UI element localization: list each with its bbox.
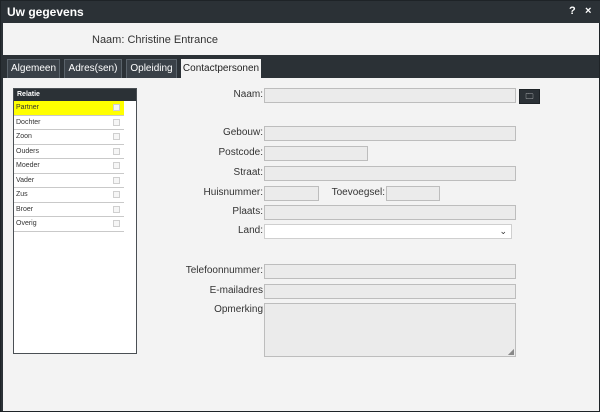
dialog-content: Naam: Christine Entrance Algemeen Adres(…	[3, 23, 599, 411]
relatie-item-vader[interactable]: Vader	[14, 174, 124, 188]
postcode-label: Postcode:	[218, 147, 263, 158]
naam-label: Naam:	[233, 89, 263, 100]
gebouw-label: Gebouw:	[222, 127, 263, 138]
huisnummer-label: Huisnummer:	[203, 187, 263, 198]
relatie-item-overig[interactable]: Overig	[14, 217, 124, 232]
straat-label: Straat:	[233, 167, 263, 178]
window-title: Uw gegevens	[7, 5, 84, 19]
huisnummer-field[interactable]	[264, 186, 319, 201]
relatie-checkbox[interactable]	[113, 220, 120, 227]
relatie-item-broer[interactable]: Broer	[14, 203, 124, 217]
naam-pick-button[interactable]: 🗀	[519, 89, 540, 104]
straat-field[interactable]	[264, 166, 516, 181]
relatie-item-dochter[interactable]: Dochter	[14, 116, 124, 130]
relatie-item-label: Zus	[16, 191, 28, 198]
relatie-item-label: Zoon	[16, 133, 32, 140]
relatie-checkbox[interactable]	[113, 118, 120, 126]
person-name: Naam: Christine Entrance	[92, 34, 218, 46]
gebouw-field[interactable]	[264, 126, 516, 141]
help-button[interactable]: ?	[569, 5, 576, 17]
tab-bar: Algemeen Adres(sen) Opleiding Contactper…	[3, 55, 599, 78]
relatie-header: Relatie	[14, 89, 136, 101]
relatie-checkbox[interactable]	[113, 162, 120, 169]
relatie-item-label: Overig	[16, 220, 37, 227]
tab-adressen[interactable]: Adres(sen)	[64, 59, 122, 78]
land-label: Land:	[237, 225, 263, 236]
opmerking-textarea[interactable]: ◢	[264, 303, 516, 357]
tab-opleiding[interactable]: Opleiding	[126, 59, 177, 78]
telefoon-field[interactable]	[264, 264, 516, 279]
relatie-checkbox[interactable]	[113, 104, 120, 111]
relatie-checkbox[interactable]	[113, 205, 120, 213]
relatie-checkbox[interactable]	[113, 133, 120, 140]
relatie-item-label: Moeder	[16, 162, 40, 169]
tab-algemeen[interactable]: Algemeen	[7, 59, 60, 78]
relatie-item-label: Ouders	[16, 147, 39, 155]
relatie-item-label: Partner	[16, 104, 39, 111]
postcode-field[interactable]	[264, 146, 368, 161]
land-select[interactable]: ⌄	[264, 224, 512, 239]
relatie-checkbox[interactable]	[113, 147, 120, 155]
telefoon-label: Telefoonnummer:	[185, 265, 263, 276]
relatie-item-label: Dochter	[16, 118, 41, 126]
relatie-item-zus[interactable]: Zus	[14, 188, 124, 203]
relatie-item-label: Broer	[16, 205, 34, 213]
toevoegsel-field[interactable]	[386, 186, 440, 201]
dialog-window: Uw gegevens ? × Naam: Christine Entrance…	[0, 0, 600, 412]
relatie-list: Relatie Partner Dochter Zoon Ouders Moed…	[13, 88, 137, 354]
close-button[interactable]: ×	[585, 5, 591, 17]
relatie-checkbox[interactable]	[113, 191, 120, 198]
opmerking-label: Opmerking	[214, 304, 263, 315]
email-label: E-mailadres	[209, 285, 263, 296]
relatie-item-label: Vader	[16, 176, 35, 184]
resize-grip-icon[interactable]: ◢	[508, 347, 514, 356]
relatie-item-moeder[interactable]: Moeder	[14, 159, 124, 174]
naam-field[interactable]	[264, 88, 516, 103]
email-field[interactable]	[264, 284, 516, 299]
chevron-down-icon: ⌄	[499, 226, 507, 236]
toevoegsel-label: Toevoegsel:	[331, 187, 385, 198]
title-bar: Uw gegevens ? ×	[1, 1, 600, 23]
relatie-item-partner[interactable]: Partner	[14, 101, 124, 116]
relatie-checkbox[interactable]	[113, 176, 120, 184]
relatie-item-zoon[interactable]: Zoon	[14, 130, 124, 145]
tab-contactpersonen[interactable]: Contactpersonen	[181, 59, 261, 78]
folder-icon: 🗀	[525, 92, 534, 101]
plaats-field[interactable]	[264, 205, 516, 220]
plaats-label: Plaats:	[232, 206, 263, 217]
relatie-item-ouders[interactable]: Ouders	[14, 145, 124, 159]
